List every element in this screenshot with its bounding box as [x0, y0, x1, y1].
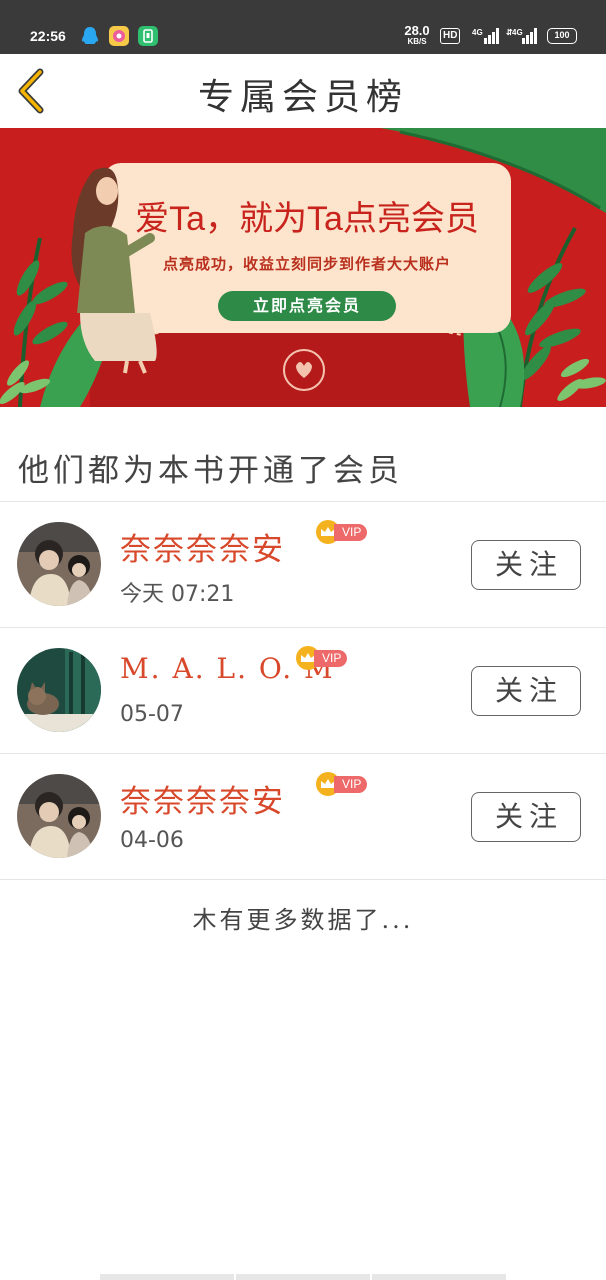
section-title: 他们都为本书开通了会员	[18, 453, 403, 489]
page-title: 专属会员榜	[197, 77, 408, 118]
member-name[interactable]: 奈奈奈奈安	[120, 776, 285, 821]
gallery-app-icon	[109, 26, 129, 46]
signal-icon-1: 4G	[472, 26, 500, 46]
section-header: 他们都为本书开通了会员	[0, 407, 606, 502]
member-time: 今天 07:21	[120, 582, 235, 607]
nav-hint-bar	[372, 1274, 506, 1280]
avatar[interactable]	[17, 648, 101, 732]
avatar[interactable]	[17, 774, 101, 858]
follow-button[interactable]: 关注	[471, 540, 581, 590]
wallet-app-icon	[138, 26, 158, 46]
signal-icon-2: ⇵ 4G	[506, 26, 538, 46]
svg-text:4G: 4G	[472, 28, 483, 37]
follow-button[interactable]: 关注	[471, 792, 581, 842]
member-name[interactable]: 奈奈奈奈安	[120, 524, 285, 569]
light-up-membership-button[interactable]: 立即点亮会员	[218, 291, 396, 321]
svg-text:4G: 4G	[512, 28, 523, 37]
nav-hint-bar	[236, 1274, 370, 1280]
top-bar: 专属会员榜	[0, 54, 606, 128]
member-time: 04-06	[120, 828, 184, 853]
girl-illustration	[71, 167, 157, 374]
hd-voice-icon: HD	[440, 28, 461, 44]
network-speed: 28.0 KB/S	[404, 23, 430, 46]
nav-hint-bar	[100, 1274, 234, 1280]
member-row: M. A. L. O. M VIP 05-07 关注	[0, 628, 606, 754]
status-bar: 22:56 28.0 KB/S HD 4G ⇵ 4G 100	[0, 0, 606, 54]
member-row: 奈奈奈奈安 VIP 04-06 关注	[0, 754, 606, 880]
battery-icon: 100	[547, 28, 577, 44]
follow-button[interactable]: 关注	[471, 666, 581, 716]
promo-banner[interactable]: 爱Ta，就为Ta点亮会员 点亮成功，收益立刻同步到作者大大账户 立即点亮会员	[0, 128, 606, 407]
member-time: 05-07	[120, 702, 184, 727]
member-row: 奈奈奈奈安 VIP 今天 07:21 关注	[0, 502, 606, 628]
qq-app-icon	[80, 26, 100, 46]
avatar[interactable]	[17, 522, 101, 606]
no-more-data-text: 木有更多数据了...	[192, 906, 414, 934]
status-time: 22:56	[30, 28, 66, 44]
